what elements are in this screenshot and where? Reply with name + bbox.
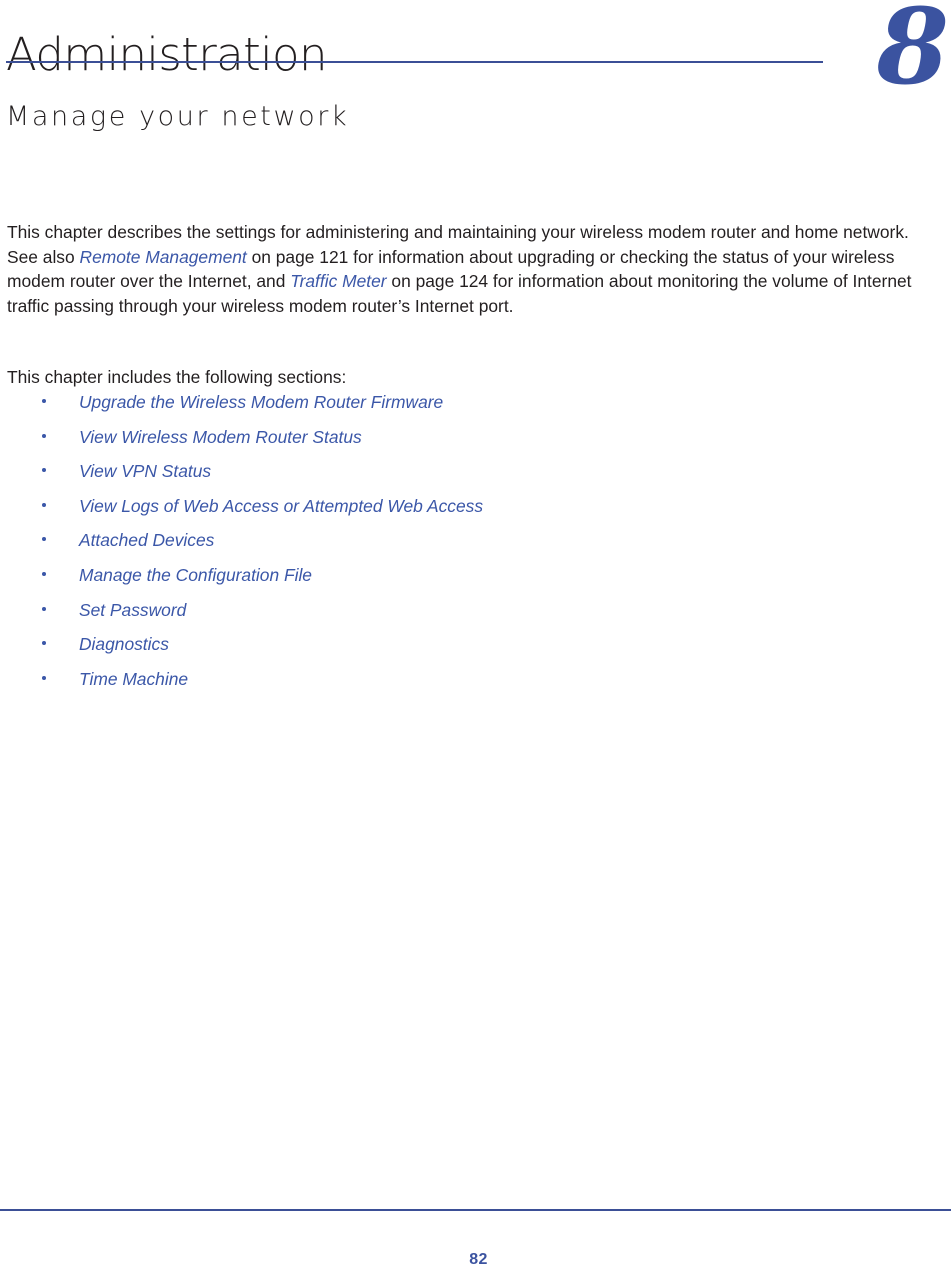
section-link[interactable]: Time Machine [79, 669, 188, 689]
document-page: Administration Manage your network 8 Thi… [0, 0, 951, 1278]
page-title: Administration [6, 28, 327, 82]
section-link[interactable]: Set Password [79, 600, 186, 620]
footer-divider [0, 1209, 951, 1211]
list-item: Manage the Configuration File [0, 565, 900, 600]
list-item: Upgrade the Wireless Modem Router Firmwa… [0, 392, 900, 427]
page-number: 82 [469, 1251, 488, 1268]
chapter-number: 8 [876, 0, 949, 108]
bullet-icon [42, 675, 46, 680]
section-link-list: Upgrade the Wireless Modem Router Firmwa… [0, 392, 900, 703]
bullet-icon [42, 537, 46, 542]
header-divider [6, 61, 823, 63]
cross-reference-remote-management[interactable]: Remote Management [80, 247, 247, 267]
list-item: View VPN Status [0, 461, 900, 496]
bullet-icon [42, 433, 46, 438]
bullet-icon [42, 468, 46, 473]
list-item: Set Password [0, 600, 900, 635]
section-link[interactable]: Attached Devices [79, 530, 214, 550]
section-link[interactable]: Manage the Configuration File [79, 565, 312, 585]
bullet-icon [42, 399, 46, 403]
list-item: View Wireless Modem Router Status [0, 427, 900, 462]
list-item: View Logs of Web Access or Attempted Web… [0, 496, 900, 531]
bullet-icon [42, 606, 46, 611]
cross-reference-traffic-meter[interactable]: Traffic Meter [290, 271, 386, 291]
bullet-icon [42, 641, 46, 646]
bullet-icon [42, 571, 46, 576]
section-link[interactable]: View VPN Status [79, 461, 211, 481]
section-link[interactable]: Upgrade the Wireless Modem Router Firmwa… [79, 392, 443, 412]
section-link[interactable]: View Logs of Web Access or Attempted Web… [79, 496, 483, 516]
sections-lead-text: This chapter includes the following sect… [7, 367, 347, 388]
page-subtitle: Manage your network [6, 101, 350, 133]
list-item: Diagnostics [0, 634, 900, 669]
bullet-icon [42, 502, 46, 507]
section-link[interactable]: View Wireless Modem Router Status [79, 427, 362, 447]
list-item: Time Machine [0, 669, 900, 704]
list-item: Attached Devices [0, 530, 900, 565]
intro-paragraph: This chapter describes the settings for … [7, 220, 925, 318]
section-link[interactable]: Diagnostics [79, 634, 169, 654]
